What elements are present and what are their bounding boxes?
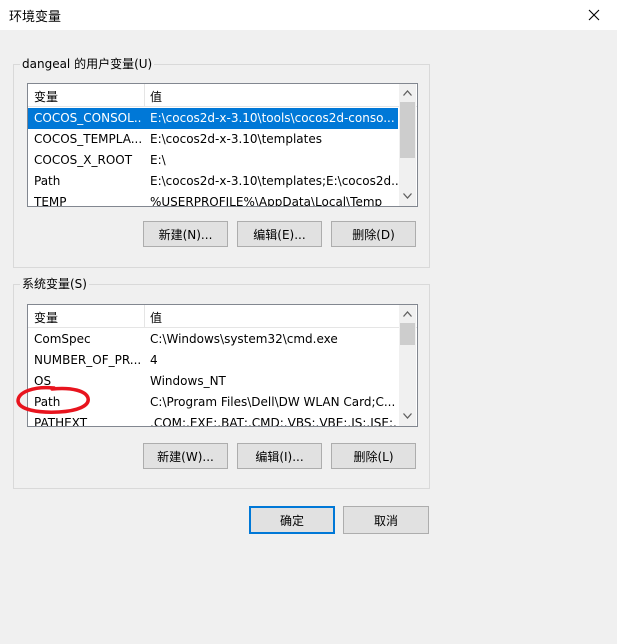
column-divider[interactable] bbox=[144, 305, 145, 327]
var-name: PATHEXT bbox=[34, 416, 88, 427]
user-delete-button[interactable]: 删除(D) bbox=[331, 221, 416, 247]
chevron-down-icon bbox=[403, 192, 412, 199]
var-name: COCOS_TEMPLA... bbox=[34, 132, 142, 146]
user-edit-button[interactable]: 编辑(E)... bbox=[237, 221, 322, 247]
scroll-up-button[interactable] bbox=[399, 305, 416, 322]
system-edit-button[interactable]: 编辑(I)... bbox=[237, 443, 322, 469]
scroll-thumb[interactable] bbox=[400, 102, 415, 158]
table-row[interactable]: OS Windows_NT bbox=[28, 371, 398, 392]
system-vars-legend: 系统变量(S) bbox=[20, 276, 89, 292]
list-header: 变量 值 bbox=[28, 84, 417, 107]
var-name: NUMBER_OF_PR... bbox=[34, 353, 142, 367]
close-icon bbox=[588, 9, 600, 21]
var-value: C:\Windows\system32\cmd.exe bbox=[150, 332, 338, 346]
col-header-value[interactable]: 值 bbox=[150, 88, 162, 105]
col-header-name[interactable]: 变量 bbox=[34, 309, 58, 326]
vertical-scrollbar[interactable] bbox=[399, 305, 416, 426]
var-value: E:\ bbox=[150, 153, 166, 167]
cancel-button[interactable]: 取消 bbox=[343, 506, 429, 534]
ok-button[interactable]: 确定 bbox=[249, 506, 335, 534]
var-value: 4 bbox=[150, 353, 158, 367]
table-row[interactable]: ComSpec C:\Windows\system32\cmd.exe bbox=[28, 329, 398, 350]
var-name: Path bbox=[34, 174, 61, 188]
chevron-up-icon bbox=[403, 89, 412, 96]
var-name: TEMP bbox=[34, 195, 67, 207]
list-header: 变量 值 bbox=[28, 305, 417, 328]
table-row[interactable]: COCOS_TEMPLA... E:\cocos2d-x-3.10\templa… bbox=[28, 129, 398, 150]
col-header-value[interactable]: 值 bbox=[150, 309, 162, 326]
scroll-down-button[interactable] bbox=[399, 407, 416, 424]
table-row[interactable]: Path E:\cocos2d-x-3.10\templates;E:\coco… bbox=[28, 171, 398, 192]
scroll-up-button[interactable] bbox=[399, 84, 416, 101]
user-new-button[interactable]: 新建(N)... bbox=[143, 221, 228, 247]
var-name: COCOS_CONSOL... bbox=[34, 111, 142, 125]
close-button[interactable] bbox=[571, 0, 617, 30]
user-vars-list[interactable]: 变量 值 COCOS_CONSOL... E:\cocos2d-x-3.10\t… bbox=[27, 83, 418, 207]
var-value: .COM;.EXE;.BAT;.CMD;.VBS;.VBE;.JS;.JSE;.… bbox=[150, 416, 398, 427]
var-value: E:\cocos2d-x-3.10\templates;E:\cocos2d..… bbox=[150, 174, 398, 188]
vertical-scrollbar[interactable] bbox=[399, 84, 416, 206]
col-header-name[interactable]: 变量 bbox=[34, 88, 58, 105]
var-value: %USERPROFILE%\AppData\Local\Temp bbox=[150, 195, 383, 207]
var-value: E:\cocos2d-x-3.10\tools\cocos2d-conso... bbox=[150, 111, 395, 125]
table-row[interactable]: COCOS_CONSOL... E:\cocos2d-x-3.10\tools\… bbox=[28, 108, 398, 129]
var-name: COCOS_X_ROOT bbox=[34, 153, 133, 167]
table-row[interactable]: NUMBER_OF_PR... 4 bbox=[28, 350, 398, 371]
var-value: E:\cocos2d-x-3.10\templates bbox=[150, 132, 322, 146]
var-name: Path bbox=[34, 395, 61, 409]
title-bar: 环境变量 bbox=[0, 0, 617, 30]
chevron-down-icon bbox=[403, 412, 412, 419]
window-title: 环境变量 bbox=[9, 10, 62, 25]
var-value: C:\Program Files\Dell\DW WLAN Card;C... bbox=[150, 395, 396, 409]
var-name: OS bbox=[34, 374, 52, 388]
system-new-button[interactable]: 新建(W)... bbox=[143, 443, 228, 469]
chevron-up-icon bbox=[403, 310, 412, 317]
scroll-down-button[interactable] bbox=[399, 187, 416, 204]
column-divider[interactable] bbox=[144, 84, 145, 106]
var-name: ComSpec bbox=[34, 332, 91, 346]
table-row[interactable]: PATHEXT .COM;.EXE;.BAT;.CMD;.VBS;.VBE;.J… bbox=[28, 413, 398, 427]
var-value: Windows_NT bbox=[150, 374, 226, 388]
system-delete-button[interactable]: 删除(L) bbox=[331, 443, 416, 469]
scroll-thumb[interactable] bbox=[400, 323, 415, 345]
table-row[interactable]: Path C:\Program Files\Dell\DW WLAN Card;… bbox=[28, 392, 398, 413]
user-vars-legend: dangeal 的用户变量(U) bbox=[20, 56, 155, 72]
system-vars-list[interactable]: 变量 值 ComSpec C:\Windows\system32\cmd.exe… bbox=[27, 304, 418, 427]
table-row[interactable]: TEMP %USERPROFILE%\AppData\Local\Temp bbox=[28, 192, 398, 207]
table-row[interactable]: COCOS_X_ROOT E:\ bbox=[28, 150, 398, 171]
